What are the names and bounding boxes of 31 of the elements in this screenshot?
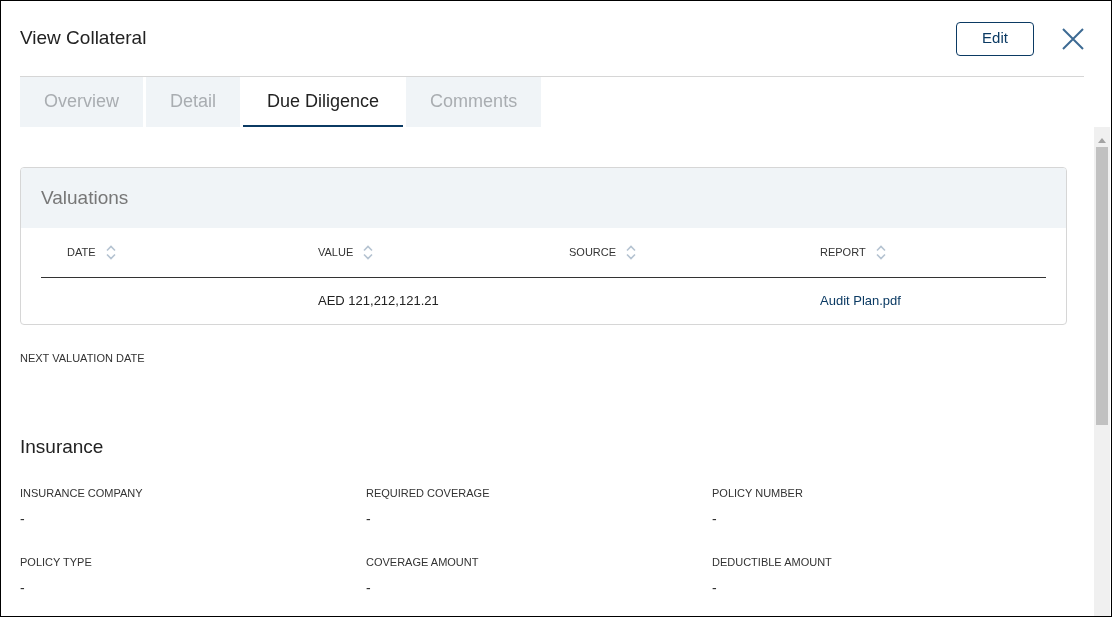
field-value: -	[712, 578, 717, 598]
field-label: POLICY NUMBER	[712, 485, 803, 501]
column-header[interactable]: REPORT	[820, 244, 866, 261]
sort-icon[interactable]	[105, 245, 116, 260]
field-label: INSURANCE COMPANY	[20, 485, 143, 501]
scroll-up-icon[interactable]	[1098, 137, 1106, 143]
field-value: -	[366, 578, 371, 598]
sort-icon[interactable]	[363, 245, 374, 260]
field-label: COVERAGE AMOUNT	[366, 554, 479, 570]
scrollbar[interactable]	[1094, 127, 1110, 616]
field-label: REQUIRED COVERAGE	[366, 485, 490, 501]
scrollbar-thumb[interactable]	[1096, 147, 1108, 425]
card-title: Valuations	[41, 185, 129, 210]
field-label: NEXT VALUATION DATE	[20, 352, 145, 364]
file-link[interactable]: Audit Plan.pdf	[820, 291, 901, 311]
sort-icon[interactable]	[626, 245, 637, 260]
edit-button[interactable]: Edit	[956, 21, 1034, 56]
column-header[interactable]: DATE	[67, 244, 96, 261]
sort-icon[interactable]	[875, 245, 886, 260]
window-title: View Collateral	[20, 26, 147, 51]
table-cell-text: AED 121,212,121.21	[318, 292, 439, 311]
field-value: -	[366, 509, 371, 529]
section-title: Insurance	[20, 436, 104, 457]
close-icon[interactable]	[1062, 27, 1084, 50]
field-label: POLICY TYPE	[20, 554, 92, 570]
column-header[interactable]: VALUE	[318, 244, 354, 261]
field-label: DEDUCTIBLE AMOUNT	[712, 554, 832, 570]
field-value: -	[712, 509, 717, 529]
field-value: -	[20, 578, 25, 598]
field-value: -	[20, 509, 25, 529]
column-header[interactable]: SOURCE	[569, 244, 617, 261]
